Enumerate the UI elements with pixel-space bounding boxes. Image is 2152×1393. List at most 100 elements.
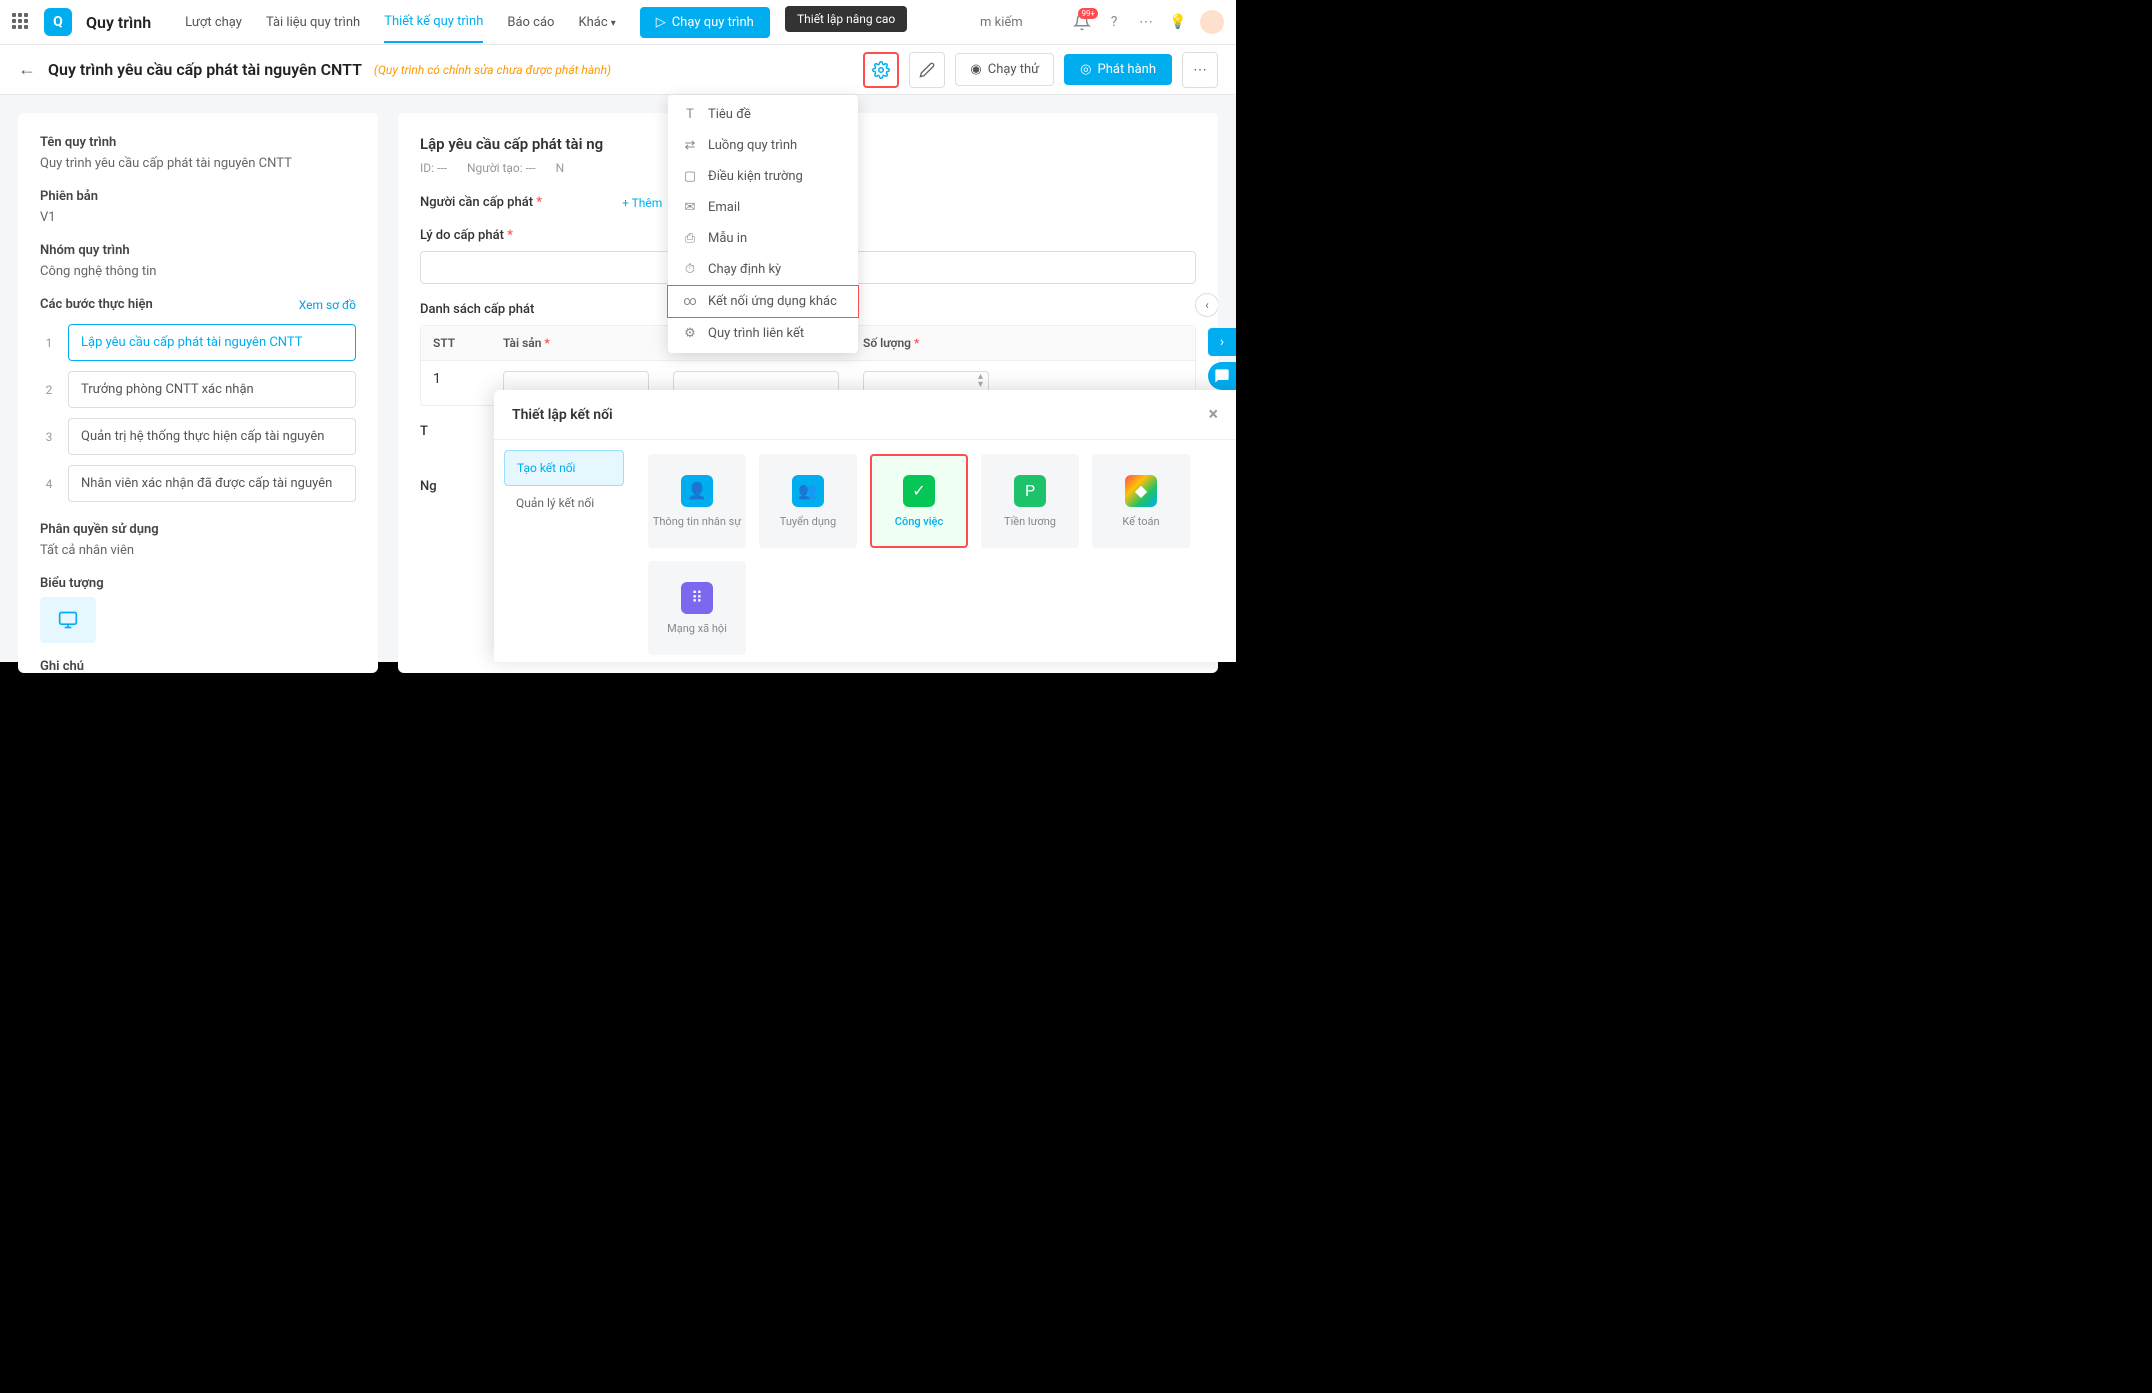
app-work[interactable]: ✓Công việc — [870, 454, 968, 548]
connection-modal: Thiết lập kết nối × Tạo kết nối Quản lý … — [494, 390, 1236, 662]
text-icon: T — [682, 107, 698, 122]
page-title: Quy trình yêu cầu cấp phát tài nguyên CN… — [48, 60, 362, 79]
help-icon[interactable]: ? — [1104, 12, 1124, 32]
expand-fab[interactable]: › — [1208, 328, 1236, 356]
edit-button[interactable] — [909, 52, 945, 88]
step-number: 4 — [40, 465, 58, 502]
app-salary[interactable]: PTiền lương — [981, 454, 1079, 548]
group-value: Công nghệ thông tin — [40, 264, 356, 279]
play-icon: ▷ — [656, 15, 666, 30]
sidebar-create[interactable]: Tạo kết nối — [504, 450, 624, 486]
icon-label: Biểu tượng — [40, 576, 356, 591]
version-label: Phiên bản — [40, 189, 356, 204]
view-diagram-link[interactable]: Xem sơ đồ — [299, 298, 356, 312]
play-circle-icon: ◉ — [970, 62, 981, 77]
row-stt: 1 — [421, 361, 491, 405]
email-icon: ✉ — [682, 200, 698, 215]
permission-label: Phân quyền sử dụng — [40, 522, 356, 537]
topbar: Q Quy trình Lượt chạy Tài liệu quy trình… — [0, 0, 1236, 45]
modal-title: Thiết lập kết nối — [512, 407, 613, 423]
dd-schedule[interactable]: ⏱Chạy định kỳ — [668, 254, 858, 285]
step-item[interactable]: Quản trị hệ thống thực hiện cấp tài nguy… — [68, 418, 356, 455]
run-process-button[interactable]: ▷ Chạy quy trình — [640, 7, 770, 38]
avatar[interactable] — [1200, 10, 1224, 34]
process-info-card: Tên quy trình Quy trình yêu cầu cấp phát… — [18, 113, 378, 673]
tooltip: Thiết lập nâng cao — [785, 6, 907, 32]
step-number: 2 — [40, 371, 58, 408]
app-social[interactable]: ⠿Mạng xã hội — [648, 561, 746, 655]
logo-icon[interactable]: Q — [44, 8, 72, 36]
page-subtitle: (Quy trình có chỉnh sửa chưa được phát h… — [374, 63, 611, 77]
sidebar-manage[interactable]: Quản lý kết nối — [504, 486, 624, 520]
step-number: 1 — [40, 324, 58, 361]
tab-design[interactable]: Thiết kế quy trình — [384, 2, 483, 43]
tab-more[interactable]: Khác▾ — [578, 3, 615, 42]
money-icon: P — [1014, 475, 1046, 507]
main-tabs: Lượt chạy Tài liệu quy trình Thiết kế qu… — [185, 2, 616, 43]
notification-badge: 99+ — [1078, 8, 1098, 19]
step-number: 3 — [40, 418, 58, 455]
lightbulb-icon[interactable]: 💡 — [1168, 12, 1188, 32]
close-icon[interactable]: × — [1208, 404, 1218, 425]
social-icon: ⠿ — [681, 582, 713, 614]
app-hr[interactable]: 👤Thông tin nhân sự — [648, 454, 746, 548]
app-accounting[interactable]: ◆Kế toán — [1092, 454, 1190, 548]
version-value: V1 — [40, 210, 356, 225]
dd-linked[interactable]: ⚙Quy trình liên kết — [668, 318, 858, 349]
col-asset: Tài sản * — [491, 326, 661, 360]
more-icon[interactable]: ⋯ — [1136, 12, 1156, 32]
person-field-label: Người cần cấp phát * — [420, 195, 542, 210]
kebab-button[interactable]: ⋯ — [1182, 52, 1218, 88]
dd-print[interactable]: ⎙Mẫu in — [668, 223, 858, 254]
step-item[interactable]: Trưởng phòng CNTT xác nhận — [68, 371, 356, 408]
name-label: Tên quy trình — [40, 135, 356, 150]
step-item[interactable]: Nhân viên xác nhận đã được cấp tài nguyê… — [68, 465, 356, 502]
people-icon: 👤 — [681, 475, 713, 507]
dd-condition[interactable]: ▢Điều kiện trường — [668, 161, 858, 192]
link-icon: ∞ — [682, 294, 698, 309]
steps-label: Các bước thực hiện — [40, 297, 153, 312]
chat-fab[interactable] — [1208, 362, 1236, 390]
notification-icon[interactable]: 99+ — [1072, 12, 1092, 32]
gear-icon: ⚙ — [682, 326, 698, 341]
step-item[interactable]: Lập yêu cầu cấp phát tài nguyên CNTT — [68, 324, 356, 361]
tab-reports[interactable]: Báo cáo — [507, 3, 554, 42]
clock-icon: ⏱ — [682, 262, 698, 277]
add-link[interactable]: + Thêm — [622, 196, 662, 210]
search-input[interactable] — [980, 15, 1060, 30]
dd-email[interactable]: ✉Email — [668, 192, 858, 223]
group-label: Nhóm quy trình — [40, 243, 356, 258]
print-icon: ⎙ — [682, 231, 698, 246]
col-stt: STT — [421, 326, 491, 360]
tab-docs[interactable]: Tài liệu quy trình — [266, 3, 360, 42]
settings-button[interactable] — [863, 52, 899, 88]
note-label: Ghi chú — [40, 659, 356, 673]
collapse-chevron-icon[interactable]: ‹ — [1195, 293, 1218, 317]
flow-icon: ⇄ — [682, 138, 698, 153]
stepper-icon[interactable]: ▴▾ — [978, 373, 983, 389]
app-grid: 👤Thông tin nhân sự 👥Tuyển dụng ✓Công việ… — [634, 440, 1236, 662]
app-recruit[interactable]: 👥Tuyển dụng — [759, 454, 857, 548]
process-icon[interactable] — [40, 597, 96, 643]
permission-value: Tất cả nhân viên — [40, 543, 356, 558]
dd-title[interactable]: TTiêu đề — [668, 99, 858, 130]
publish-button[interactable]: ◎ Phát hành — [1064, 54, 1172, 85]
diamond-icon: ◆ — [1125, 475, 1157, 507]
floating-actions: › — [1208, 328, 1236, 390]
page-header: ← Quy trình yêu cầu cấp phát tài nguyên … — [0, 45, 1236, 95]
modal-sidebar: Tạo kết nối Quản lý kết nối — [494, 440, 634, 662]
col-qty: Số lượng * — [851, 326, 1001, 360]
settings-dropdown: TTiêu đề ⇄Luồng quy trình ▢Điều kiện trư… — [668, 95, 858, 353]
condition-icon: ▢ — [682, 169, 698, 184]
dd-connect[interactable]: ∞Kết nối ứng dụng khác — [667, 285, 859, 318]
dd-flow[interactable]: ⇄Luồng quy trình — [668, 130, 858, 161]
search-person-icon: 👥 — [792, 475, 824, 507]
tab-runs[interactable]: Lượt chạy — [185, 3, 242, 42]
target-icon: ◎ — [1080, 62, 1091, 77]
name-value: Quy trình yêu cầu cấp phát tài nguyên CN… — [40, 156, 356, 171]
app-name: Quy trình — [86, 13, 151, 32]
try-button[interactable]: ◉ Chạy thử — [955, 53, 1054, 86]
apps-grid-icon[interactable] — [12, 13, 30, 31]
back-arrow-icon[interactable]: ← — [18, 59, 36, 80]
chevron-down-icon: ▾ — [611, 18, 616, 29]
